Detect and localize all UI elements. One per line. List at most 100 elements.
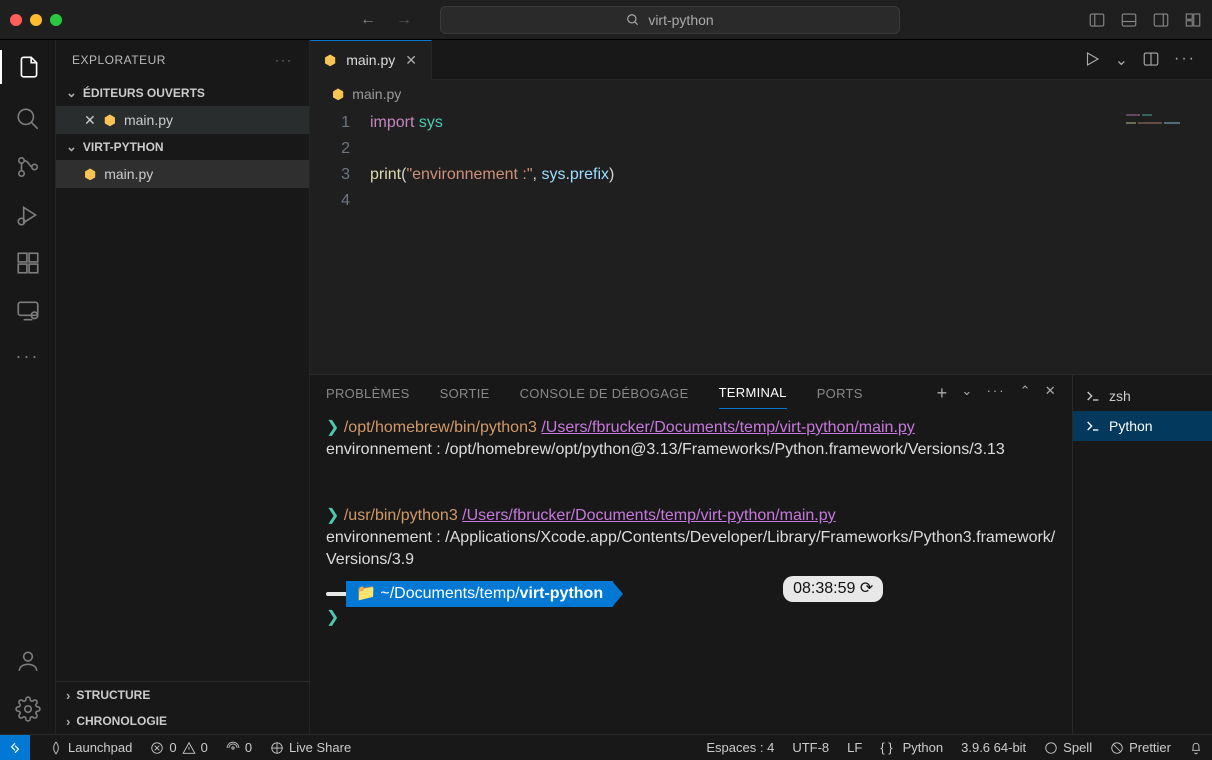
window-minimize[interactable] (30, 14, 42, 26)
tab-main[interactable]: ⬢ main.py ✕ (310, 40, 432, 80)
tab-debug-console[interactable]: CONSOLE DE DÉBOGAGE (520, 386, 689, 401)
gear-icon (15, 696, 41, 722)
activity-remote[interactable] (15, 298, 41, 324)
activity-more[interactable]: ··· (16, 346, 40, 367)
run-dropdown-icon[interactable]: ⌄ (1115, 50, 1128, 70)
activity-debug[interactable] (15, 202, 41, 228)
new-terminal-icon[interactable]: + (937, 383, 948, 404)
window-zoom[interactable] (50, 14, 62, 26)
status-spaces[interactable]: Espaces : 4 (697, 740, 783, 755)
panel-maximize-icon[interactable]: ⌃ (1020, 383, 1031, 404)
status-problems[interactable]: 0 0 (141, 740, 216, 755)
term-interp2: /usr/bin/python3 (344, 507, 458, 524)
terminal-dropdown-icon[interactable]: ⌄ (961, 383, 972, 404)
remote-icon (8, 741, 22, 755)
python-file-icon: ⬢ (332, 86, 344, 103)
status-language[interactable]: { }Python (871, 740, 952, 755)
activity-scm[interactable] (15, 154, 41, 180)
line-number: 2 (310, 136, 350, 162)
tab-sortie[interactable]: SORTIE (440, 386, 490, 401)
code-obj: sys (541, 166, 565, 183)
chevron-down-icon: ⌄ (66, 85, 77, 101)
powerline-apple-icon (326, 592, 346, 596)
status-prettier[interactable]: Prettier (1101, 740, 1180, 755)
tab-problemes[interactable]: PROBLÈMES (326, 386, 410, 401)
python-file-icon: ⬢ (324, 52, 336, 69)
spell-icon (1044, 741, 1058, 755)
tab-ports[interactable]: PORTS (817, 386, 863, 401)
activity-extensions[interactable] (15, 250, 41, 276)
prettier-icon (1110, 741, 1124, 755)
powerline-time: 08:38:59 ⟳ (783, 576, 883, 602)
section-folder[interactable]: ⌄ VIRT-PYTHON (56, 134, 309, 160)
sidebar-title: EXPLORATEUR (72, 53, 166, 67)
terminal-list-zsh[interactable]: zsh (1073, 381, 1212, 411)
panel-close-icon[interactable]: ✕ (1045, 383, 1056, 404)
terminal-name: zsh (1109, 388, 1131, 404)
layout-sidebar-right-icon[interactable] (1152, 11, 1170, 29)
activity-account[interactable] (15, 648, 41, 674)
customize-layout-icon[interactable] (1184, 11, 1202, 29)
editor[interactable]: 1 2 3 4 import sys print("environnement … (310, 108, 1212, 374)
status-eol[interactable]: LF (838, 740, 871, 755)
status-spell[interactable]: Spell (1035, 740, 1101, 755)
layout-panel-icon[interactable] (1120, 11, 1138, 29)
term-out2: environnement : /Applications/Xcode.app/… (326, 527, 1056, 571)
status-notifications[interactable] (1180, 740, 1212, 755)
activity-search[interactable] (15, 106, 41, 132)
term-path2: /Users/fbrucker/Documents/temp/virt-pyth… (462, 507, 835, 524)
terminal-output[interactable]: ❯ /opt/homebrew/bin/python3 /Users/fbruc… (310, 411, 1072, 734)
line-number: 4 (310, 188, 350, 214)
section-open-editors[interactable]: ⌄ ÉDITEURS OUVERTS (56, 80, 309, 106)
term-path1: /Users/fbrucker/Documents/temp/virt-pyth… (541, 419, 914, 436)
status-liveshare[interactable]: Live Share (261, 740, 360, 755)
tab-more-icon[interactable]: ··· (1174, 50, 1196, 70)
activity-settings[interactable] (15, 696, 41, 722)
extensions-icon (15, 250, 41, 276)
split-editor-icon[interactable] (1142, 50, 1160, 68)
search-text: virt-python (648, 12, 713, 28)
run-icon[interactable] (1083, 50, 1101, 68)
minimap[interactable] (1126, 114, 1206, 124)
open-editors-label: ÉDITEURS OUVERTS (83, 86, 205, 100)
open-editor-filename: main.py (124, 112, 173, 128)
files-icon (16, 54, 42, 80)
breadcrumb-file[interactable]: main.py (352, 86, 401, 102)
search-icon (15, 106, 41, 132)
code-module: sys (419, 114, 443, 131)
python-file-icon: ⬢ (84, 166, 96, 183)
nav-back-icon[interactable]: ← (360, 11, 376, 29)
section-chronologie[interactable]: › CHRONOLOGIE (56, 708, 309, 734)
panel-more-icon[interactable]: ··· (987, 383, 1006, 404)
folder-name: VIRT-PYTHON (83, 140, 164, 154)
section-structure[interactable]: › STRUCTURE (56, 682, 309, 708)
nav-forward-icon[interactable]: → (396, 11, 412, 29)
file-label: main.py (104, 166, 153, 182)
term-out1: environnement : /opt/homebrew/opt/python… (326, 439, 1056, 461)
status-encoding[interactable]: UTF-8 (783, 740, 838, 755)
command-center[interactable]: virt-python (440, 6, 900, 34)
layout-sidebar-left-icon[interactable] (1088, 11, 1106, 29)
bell-icon (1189, 741, 1203, 755)
terminal-icon (1085, 388, 1101, 404)
window-close[interactable] (10, 14, 22, 26)
tab-terminal[interactable]: TERMINAL (719, 385, 787, 409)
status-ports[interactable]: 0 (217, 740, 261, 755)
python-file-icon: ⬢ (104, 112, 116, 129)
account-icon (15, 648, 41, 674)
gutter: 1 2 3 4 (310, 108, 370, 374)
activity-explorer[interactable] (0, 50, 55, 84)
code-fn: print (370, 166, 401, 183)
liveshare-icon (270, 741, 284, 755)
tab-close-icon[interactable]: ✕ (405, 52, 417, 69)
warning-icon (182, 741, 196, 755)
sidebar-more-icon[interactable]: ··· (275, 53, 293, 67)
remote-status[interactable] (0, 735, 30, 760)
status-interpreter[interactable]: 3.9.6 64-bit (952, 740, 1035, 755)
remote-explorer-icon (15, 298, 41, 324)
status-launchpad[interactable]: Launchpad (40, 740, 141, 755)
open-editor-item[interactable]: ✕ ⬢ main.py (56, 106, 309, 134)
close-icon[interactable]: ✕ (84, 112, 96, 129)
file-item-main[interactable]: ⬢ main.py (56, 160, 309, 188)
terminal-list-python[interactable]: Python (1073, 411, 1212, 441)
